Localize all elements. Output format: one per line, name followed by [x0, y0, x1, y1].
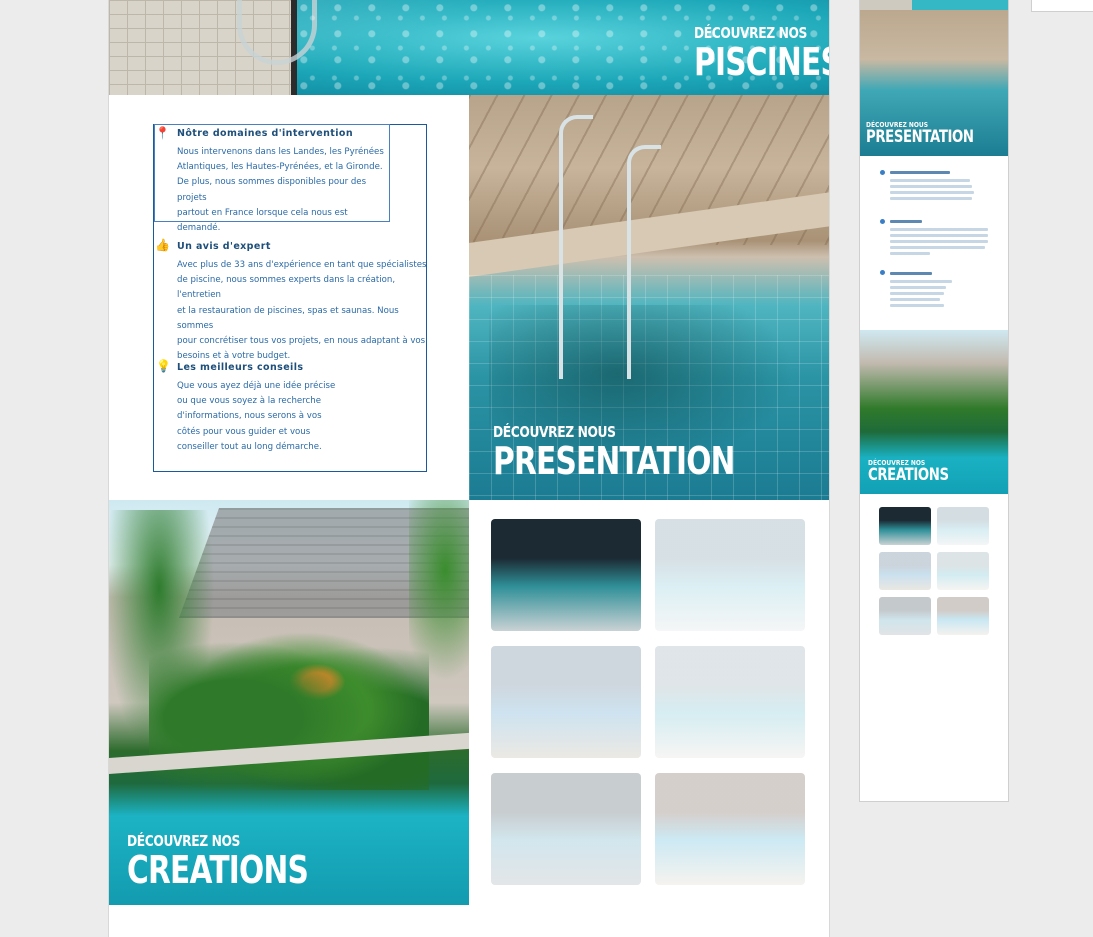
- presentation-caption: Découvrez nous Presentation: [493, 423, 803, 483]
- overview-text-line: [890, 252, 930, 255]
- piscines-caption: Découvrez nos Piscines: [694, 24, 829, 84]
- overview-info-thumb[interactable]: [860, 156, 1008, 330]
- creations-hero-image[interactable]: Découvrez nos Creations: [109, 500, 469, 905]
- gallery-thumb-indoor-spa[interactable]: [491, 519, 641, 631]
- ladder-rail-right: [627, 145, 661, 379]
- overview-text-line: [890, 246, 985, 249]
- overview-text-line: [890, 179, 970, 182]
- overview-heading-line: [890, 220, 922, 223]
- overview-text-line: [890, 191, 974, 194]
- overview-text-line: [890, 240, 988, 243]
- presentation-kicker: Découvrez nous: [493, 423, 616, 441]
- text-line: partout en France lorsque cela nous est …: [177, 207, 348, 234]
- overview-gallery-thumb-veranda-pool[interactable]: [879, 597, 931, 635]
- info-section-expert: Un avis d'expert Avec plus de 33 ans d'e…: [177, 241, 427, 364]
- overview-gallery-thumb-house-pool[interactable]: [879, 552, 931, 590]
- overview-text-line: [890, 185, 972, 188]
- overview-presentation-thumb[interactable]: Découvrez nous Presentation: [860, 10, 1008, 156]
- overview-text-line: [890, 292, 944, 295]
- piscines-hero-image[interactable]: Découvrez nos Piscines: [109, 0, 829, 95]
- page-overview-panel[interactable]: Découvrez nous Presentation Découvrez no…: [860, 0, 1008, 801]
- gallery-thumb-outdoor-pool[interactable]: [655, 773, 805, 885]
- overview-gallery-thumb-outdoor-pool[interactable]: [937, 597, 989, 635]
- page-canvas: Découvrez nos Piscines 📍 Nôtre domaines …: [109, 0, 829, 937]
- overview-gallery-thumb-terrace-pool[interactable]: [937, 552, 989, 590]
- text-line: d'informations, nous serons à vos: [177, 411, 322, 422]
- overview-text-line: [890, 298, 940, 301]
- section-text: Avec plus de 33 ans d'expérience en tant…: [177, 258, 427, 364]
- lightbulb-icon: [880, 270, 885, 275]
- info-panel: 📍 Nôtre domaines d'intervention Nous int…: [109, 95, 469, 500]
- text-line: De plus, nous sommes disponibles pour de…: [177, 177, 367, 203]
- info-section-conseils: Les meilleurs conseils Que vous ayez déj…: [177, 362, 347, 455]
- text-line: côtés pour vous guider et vous: [177, 426, 311, 437]
- overview-text-line: [890, 286, 946, 289]
- creations-kicker: Découvrez nos: [127, 832, 240, 850]
- overview-text-line: [890, 304, 944, 307]
- presentation-hero-image[interactable]: Découvrez nous Presentation: [469, 95, 829, 500]
- text-line: ou que vous soyez à la recherche: [177, 396, 321, 407]
- creations-title: Creations: [127, 848, 309, 892]
- overview-creations-caption: Découvrez nos Creations: [868, 460, 971, 484]
- map-pin-icon: [880, 170, 885, 175]
- text-line: conseiller tout au long démarche.: [177, 441, 322, 452]
- text-line: besoins et à votre budget.: [177, 351, 291, 362]
- ladder-rail-left: [559, 115, 593, 379]
- section-text: Que vous ayez déjà une idée précise ou q…: [177, 379, 347, 455]
- map-pin-icon: 📍: [155, 126, 170, 140]
- lightbulb-icon: 💡: [156, 359, 171, 373]
- overview-text-line: [890, 197, 972, 200]
- creations-caption: Découvrez nos Creations: [127, 832, 359, 892]
- piscines-kicker: Découvrez nos: [694, 24, 807, 42]
- section-text: Nous intervenons dans les Landes, les Py…: [177, 145, 392, 236]
- overview-text-line: [890, 234, 988, 237]
- text-line: Que vous ayez déjà une idée précise: [177, 381, 336, 391]
- text-line: pour concrétiser tous vos projets, en no…: [177, 336, 426, 347]
- gallery-grid: [491, 519, 807, 889]
- text-line: et la restauration de piscines, spas et …: [177, 305, 399, 331]
- section-heading: Un avis d'expert: [177, 241, 271, 252]
- section-heading: Nôtre domaines d'intervention: [177, 128, 353, 139]
- overview-text-line: [890, 228, 988, 231]
- presentation-title: Presentation: [493, 439, 735, 483]
- section-heading: Les meilleurs conseils: [177, 362, 304, 373]
- overview-text-line: [890, 280, 952, 283]
- gallery-thumb-indoor-pool-1[interactable]: [655, 519, 805, 631]
- text-line: Atlantiques, les Hautes-Pyrénées, et la …: [177, 162, 383, 173]
- overview-piscines-slice[interactable]: [860, 0, 1008, 10]
- thumbs-up-icon: 👍: [155, 238, 170, 252]
- piscines-title: Piscines: [694, 40, 829, 84]
- thumbs-up-icon: [880, 219, 885, 224]
- overview-heading-line: [890, 171, 950, 174]
- overview-gallery-thumb-indoor-pool-1[interactable]: [937, 507, 989, 545]
- info-section-intervention: Nôtre domaines d'intervention Nous inter…: [177, 128, 392, 236]
- gallery-thumb-house-pool[interactable]: [491, 646, 641, 758]
- overview-heading-line: [890, 272, 932, 275]
- corner-panel[interactable]: [1031, 0, 1093, 12]
- gallery-thumb-terrace-pool[interactable]: [655, 646, 805, 758]
- overview-title: Creations: [868, 465, 949, 485]
- text-line: de piscine, nous sommes experts dans la …: [177, 275, 396, 301]
- overview-presentation-caption: Découvrez nous Presentation: [866, 122, 1004, 146]
- text-line: Avec plus de 33 ans d'expérience en tant…: [177, 260, 427, 270]
- gallery-thumb-veranda-pool[interactable]: [491, 773, 641, 885]
- overview-creations-thumb[interactable]: Découvrez nos Creations: [860, 330, 1008, 494]
- overview-gallery-thumb-indoor-spa[interactable]: [879, 507, 931, 545]
- text-line: Nous intervenons dans les Landes, les Py…: [177, 147, 384, 157]
- overview-title: Presentation: [866, 127, 974, 147]
